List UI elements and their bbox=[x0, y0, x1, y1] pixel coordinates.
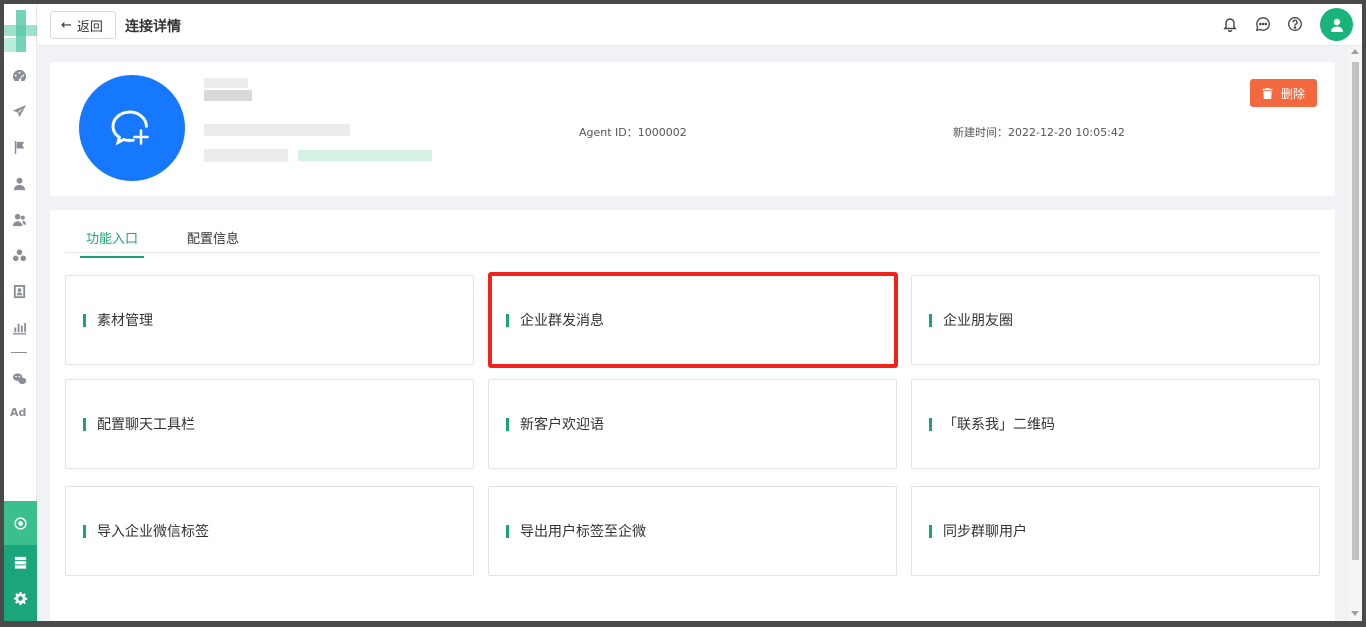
user-icon[interactable] bbox=[10, 174, 28, 192]
trash-icon bbox=[1262, 87, 1273, 99]
wechat-icon[interactable] bbox=[10, 369, 28, 387]
tab-bar: 功能入口 配置信息 bbox=[65, 224, 1320, 258]
page-title: 连接详情 bbox=[125, 19, 181, 35]
users-icon[interactable] bbox=[10, 210, 28, 228]
server-icon[interactable] bbox=[11, 553, 29, 571]
entry-sync-group-users[interactable]: 同步群聊用户 bbox=[911, 486, 1320, 576]
flag-icon[interactable] bbox=[10, 138, 28, 156]
nav-divider bbox=[11, 352, 27, 353]
top-header: ← 返回 连接详情 bbox=[37, 4, 1362, 46]
user-avatar[interactable] bbox=[1320, 8, 1353, 41]
entry-material-management[interactable]: 素材管理 bbox=[65, 275, 474, 365]
bar-chart-icon[interactable] bbox=[10, 318, 28, 336]
contact-card-icon[interactable] bbox=[10, 282, 28, 300]
redacted-detail bbox=[298, 150, 432, 161]
scroll-down-arrow[interactable] bbox=[1351, 611, 1359, 616]
help-icon[interactable] bbox=[1286, 15, 1304, 33]
tab-feature-entry[interactable]: 功能入口 bbox=[80, 228, 144, 258]
message-icon[interactable] bbox=[1254, 15, 1272, 33]
entry-enterprise-mass-message[interactable]: 企业群发消息 bbox=[488, 275, 897, 365]
app-logo[interactable] bbox=[4, 10, 37, 52]
avatar-person-icon bbox=[1330, 18, 1343, 32]
dashboard-icon[interactable] bbox=[10, 66, 28, 84]
delete-button-label: 删除 bbox=[1280, 86, 1305, 101]
arrow-left-icon: ← bbox=[61, 17, 72, 33]
back-button[interactable]: ← 返回 bbox=[50, 11, 116, 39]
entry-export-user-tags[interactable]: 导出用户标签至企微 bbox=[488, 486, 897, 576]
sidebar: Ad bbox=[4, 4, 37, 621]
redacted-name bbox=[204, 78, 248, 88]
redacted-name bbox=[204, 90, 252, 101]
ad-menu-item[interactable]: Ad bbox=[10, 406, 26, 419]
gear-icon[interactable] bbox=[11, 589, 29, 607]
sidebar-bottom bbox=[4, 501, 37, 621]
feature-entry-card: 功能入口 配置信息 素材管理 企业群发消息 企业朋友圈 配置聊天工具栏 新客户欢… bbox=[50, 210, 1335, 621]
connection-info-card: Agent ID：1000002 新建时间：2022-12-20 10:05:4… bbox=[50, 62, 1335, 196]
bell-icon[interactable] bbox=[1221, 15, 1239, 33]
wecom-logo bbox=[79, 75, 185, 181]
redacted-detail bbox=[204, 149, 288, 162]
entry-chat-toolbar-config[interactable]: 配置聊天工具栏 bbox=[65, 379, 474, 469]
redacted-detail bbox=[204, 124, 350, 136]
entry-import-wecom-tags[interactable]: 导入企业微信标签 bbox=[65, 486, 474, 576]
entry-enterprise-moments[interactable]: 企业朋友圈 bbox=[911, 275, 1320, 365]
entry-contact-me-qrcode[interactable]: 「联系我」二维码 bbox=[911, 379, 1320, 469]
back-button-label: 返回 bbox=[76, 19, 103, 35]
entry-new-customer-welcome[interactable]: 新客户欢迎语 bbox=[488, 379, 897, 469]
scroll-up-arrow[interactable] bbox=[1351, 49, 1359, 54]
delete-button[interactable]: 删除 bbox=[1250, 79, 1317, 107]
settings-circle-icon[interactable] bbox=[11, 514, 29, 532]
group-icon[interactable] bbox=[10, 246, 28, 264]
send-icon[interactable] bbox=[10, 102, 28, 120]
wecom-icon bbox=[111, 110, 149, 146]
agent-id: Agent ID：1000002 bbox=[579, 126, 687, 139]
tab-config-info[interactable]: 配置信息 bbox=[187, 228, 239, 256]
page-scrollbar[interactable] bbox=[1349, 46, 1362, 621]
app-window: Ad ← 返回 连接详情 Agent ID：1000002 新建时间：2022-… bbox=[4, 4, 1362, 621]
created-time: 新建时间：2022-12-20 10:05:42 bbox=[953, 126, 1125, 139]
scroll-thumb[interactable] bbox=[1352, 62, 1359, 560]
